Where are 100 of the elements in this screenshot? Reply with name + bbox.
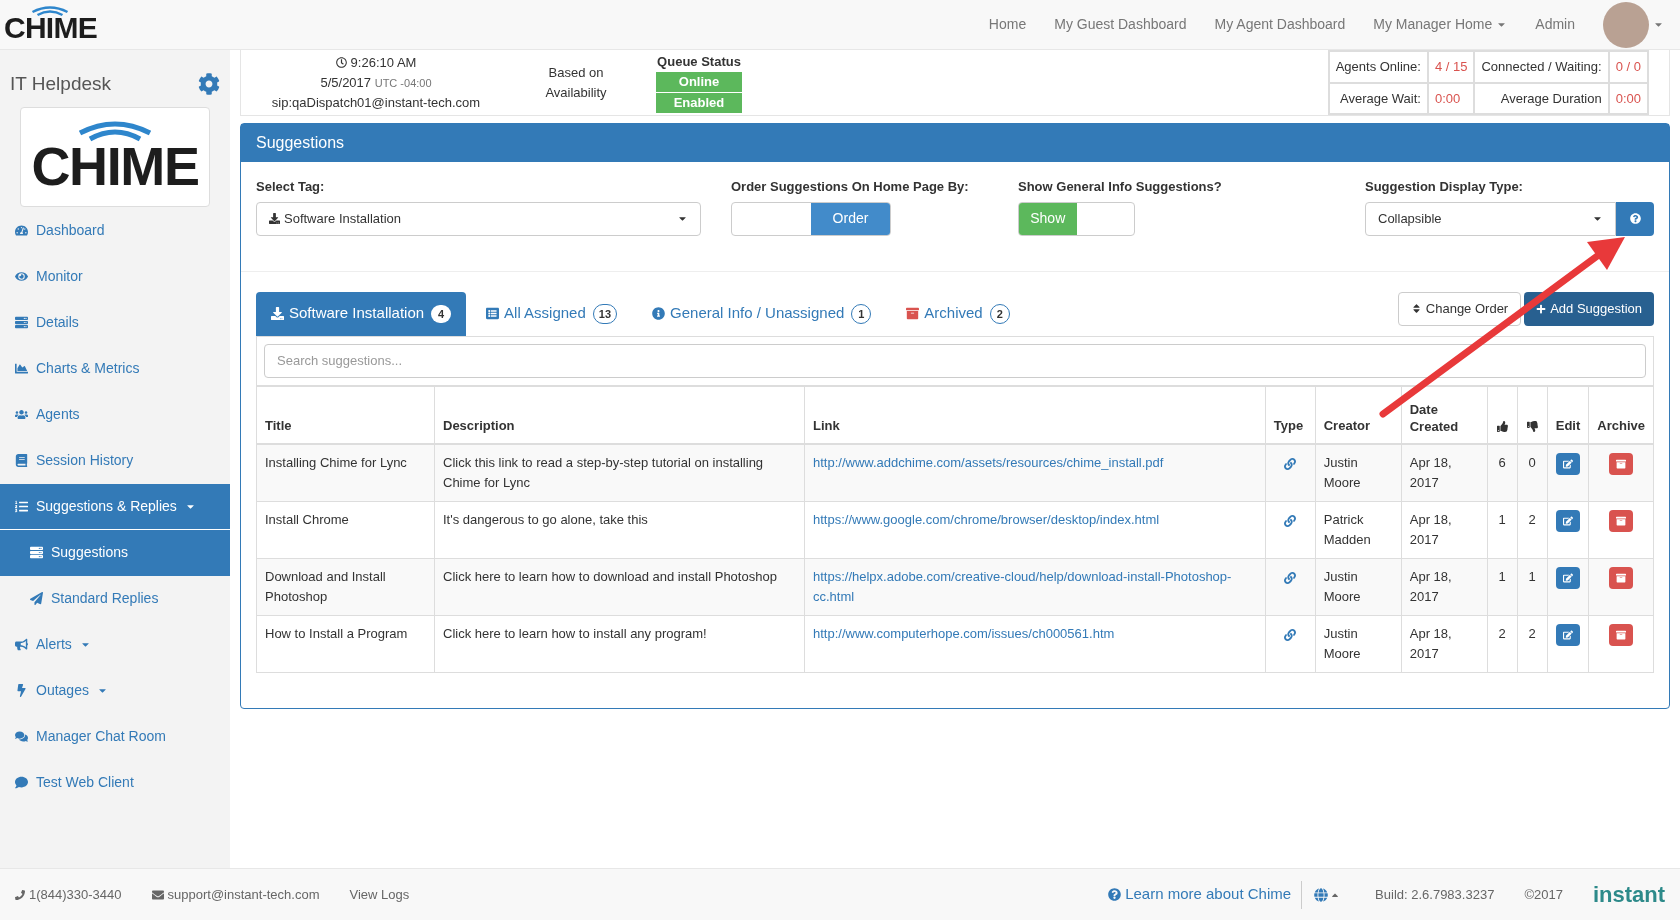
tab[interactable]: All Assigned 13: [471, 291, 633, 336]
archive-button[interactable]: [1609, 624, 1634, 646]
sidebar-item[interactable]: Test Web Client: [0, 759, 230, 806]
tab-icon: [486, 307, 500, 320]
table-cell: Click this link to read a step-by-step tutorial on installing Chime for Lync: [434, 444, 805, 502]
search-field[interactable]: Search suggestions...: [264, 343, 1646, 378]
table-cell: It's dangerous to go alone, take this: [434, 501, 805, 559]
sidebar-item[interactable]: Outages: [0, 667, 230, 714]
table-cell: Click here to learn how to install any program!: [434, 615, 805, 673]
clock-icon: [335, 57, 347, 68]
sidebar-item[interactable]: Agents: [0, 391, 230, 438]
change-order-button[interactable]: Change Order: [1397, 291, 1522, 326]
tab[interactable]: Archived 2: [891, 291, 1025, 336]
add-suggestion-button[interactable]: Add Suggestion: [1524, 291, 1654, 326]
brand-logo: instant: [1592, 881, 1665, 909]
archive-button[interactable]: [1609, 567, 1634, 589]
support-email: support@instant-tech.com: [151, 884, 320, 905]
sidebar-subitem[interactable]: Standard Replies: [0, 575, 230, 622]
status-badge: Online: [656, 72, 742, 93]
globe-icon[interactable]: [1314, 887, 1329, 902]
edit-button[interactable]: [1555, 510, 1580, 532]
link-icon: [1284, 514, 1297, 527]
menu-icon: [15, 224, 28, 237]
nav-link[interactable]: Home: [988, 14, 1027, 35]
display-type-select[interactable]: Collapsible: [1365, 201, 1616, 236]
menu-icon: [15, 776, 28, 789]
avatar[interactable]: [1603, 1, 1649, 48]
order-toggle[interactable]: Order: [811, 202, 890, 235]
archive-icon: [1616, 573, 1627, 583]
menu-icon: [15, 499, 28, 513]
link-icon: [1284, 628, 1297, 641]
sip-address: sip:qaDispatch01@instant-tech.com: [271, 93, 481, 112]
build-number: Build: 2.6.7983.3237: [1375, 885, 1495, 904]
download-icon: [269, 213, 280, 224]
menu-icon: [15, 638, 28, 651]
nav-link[interactable]: Admin: [1535, 14, 1575, 35]
archive-button[interactable]: [1609, 510, 1634, 532]
sidebar-item[interactable]: Details: [0, 299, 230, 346]
date-text: 5/5/2017 UTC -04:00: [320, 73, 432, 92]
sidebar-item[interactable]: Suggestions & Replies: [0, 483, 230, 530]
clock-time: 9:26:10 AM: [335, 52, 417, 73]
table-cell: Apr 18, 2017: [1401, 444, 1488, 502]
sidebar-item[interactable]: Charts & Metrics: [0, 345, 230, 392]
nav-link[interactable]: My Guest Dashboard: [1054, 14, 1187, 35]
edit-icon: [1562, 516, 1573, 526]
table-cell: 6: [1487, 444, 1518, 502]
show-toggle[interactable]: Show: [1019, 202, 1077, 235]
field-label: Order Suggestions On Home Page By:: [731, 178, 970, 196]
settings-icon[interactable]: [198, 73, 220, 96]
sidebar-item[interactable]: Alerts: [0, 621, 230, 668]
menu-icon: [15, 316, 28, 329]
edit-button[interactable]: [1555, 567, 1580, 589]
thumbs-up-icon: [1496, 420, 1508, 432]
tab[interactable]: Software Installation 4: [256, 291, 467, 336]
sidebar-item[interactable]: Dashboard: [0, 207, 230, 254]
table-cell: 1: [1487, 501, 1518, 559]
envelope-icon: [151, 888, 164, 901]
tab-icon: [271, 307, 284, 320]
archive-button[interactable]: [1609, 453, 1634, 475]
table-cell: 2: [1487, 615, 1518, 673]
availability-text: Based on Availability: [544, 63, 608, 102]
table-cell: Apr 18, 2017: [1401, 558, 1488, 616]
stat-label: Connected / Waiting:: [1474, 51, 1609, 83]
count-badge: 4: [431, 304, 452, 323]
menu-icon: [15, 730, 28, 743]
table-cell: 2: [1517, 501, 1548, 559]
view-logs-link[interactable]: View Logs: [349, 884, 410, 905]
edit-icon: [1562, 459, 1573, 469]
edit-button[interactable]: [1555, 453, 1580, 475]
learn-more-link[interactable]: Learn more about Chime: [1108, 883, 1292, 906]
sidebar-item[interactable]: Session History: [0, 437, 230, 484]
stat-value: 0:00: [1427, 82, 1475, 114]
menu-icon: [15, 362, 28, 375]
help-button[interactable]: [1616, 201, 1654, 236]
queue-status-title: Queue Status: [657, 52, 741, 71]
menu-icon: [15, 408, 28, 421]
edit-button[interactable]: [1555, 624, 1580, 646]
sidebar-item[interactable]: Manager Chat Room: [0, 713, 230, 760]
table-cell: 1: [1487, 558, 1518, 616]
table-cell: Click here to learn how to download and install Photoshop: [434, 558, 805, 616]
plus-icon: [1536, 303, 1547, 314]
table-cell: Justin Moore: [1315, 444, 1402, 502]
stat-value: 4 / 15: [1427, 51, 1475, 83]
stat-label: Average Wait:: [1328, 82, 1428, 114]
menu-icon: [15, 454, 28, 467]
nav-link[interactable]: My Agent Dashboard: [1214, 14, 1346, 35]
edit-icon: [1562, 573, 1573, 583]
tab[interactable]: General Info / Unassigned 1: [637, 291, 887, 336]
nav-link[interactable]: My Manager Home: [1373, 14, 1508, 35]
archive-icon: [1616, 516, 1627, 526]
table-cell: Install Chrome: [256, 501, 435, 559]
menu-icon: [15, 684, 28, 697]
tag-select[interactable]: Software Installation: [256, 201, 701, 236]
archive-icon: [1616, 630, 1627, 640]
sidebar-subitem[interactable]: Suggestions: [0, 529, 230, 576]
field-label: Suggestion Display Type:: [1365, 178, 1524, 196]
menu-icon: [15, 270, 28, 283]
sidebar-item[interactable]: Monitor: [0, 253, 230, 300]
tab-icon: [906, 307, 920, 320]
field-label: Show General Info Suggestions?: [1018, 178, 1223, 196]
